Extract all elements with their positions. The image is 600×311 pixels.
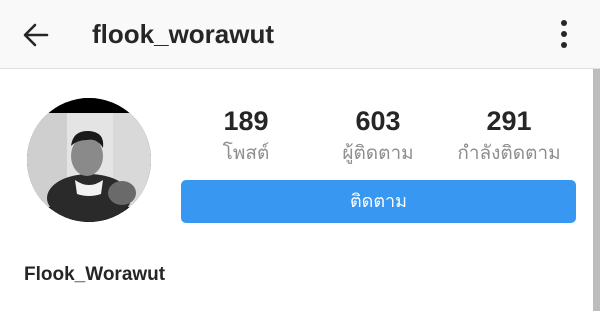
back-arrow-icon bbox=[23, 23, 49, 47]
following-label: กำลังติดตาม bbox=[457, 142, 561, 164]
avatar[interactable] bbox=[27, 98, 151, 222]
scrollbar[interactable] bbox=[593, 69, 600, 311]
following-count: 291 bbox=[486, 106, 532, 136]
back-button[interactable] bbox=[20, 19, 52, 51]
profile-photo bbox=[27, 98, 151, 222]
followers-label: ผู้ติดตาม bbox=[342, 142, 414, 164]
stat-posts[interactable]: 189 โพสต์ bbox=[206, 104, 286, 168]
stat-followers[interactable]: 603 ผู้ติดตาม bbox=[328, 104, 428, 168]
more-vertical-icon bbox=[561, 20, 567, 48]
posts-label: โพสต์ bbox=[222, 142, 270, 164]
follow-button[interactable]: ติดตาม bbox=[181, 180, 576, 223]
posts-count: 189 bbox=[223, 106, 269, 136]
profile-username: flook_worawut bbox=[92, 19, 275, 49]
more-options-button[interactable] bbox=[550, 16, 578, 52]
stat-following[interactable]: 291 กำลังติดตาม bbox=[446, 104, 572, 168]
top-app-bar: flook_worawut bbox=[0, 0, 600, 69]
followers-count: 603 bbox=[355, 106, 401, 136]
display-name: Flook_Worawut bbox=[24, 264, 166, 285]
